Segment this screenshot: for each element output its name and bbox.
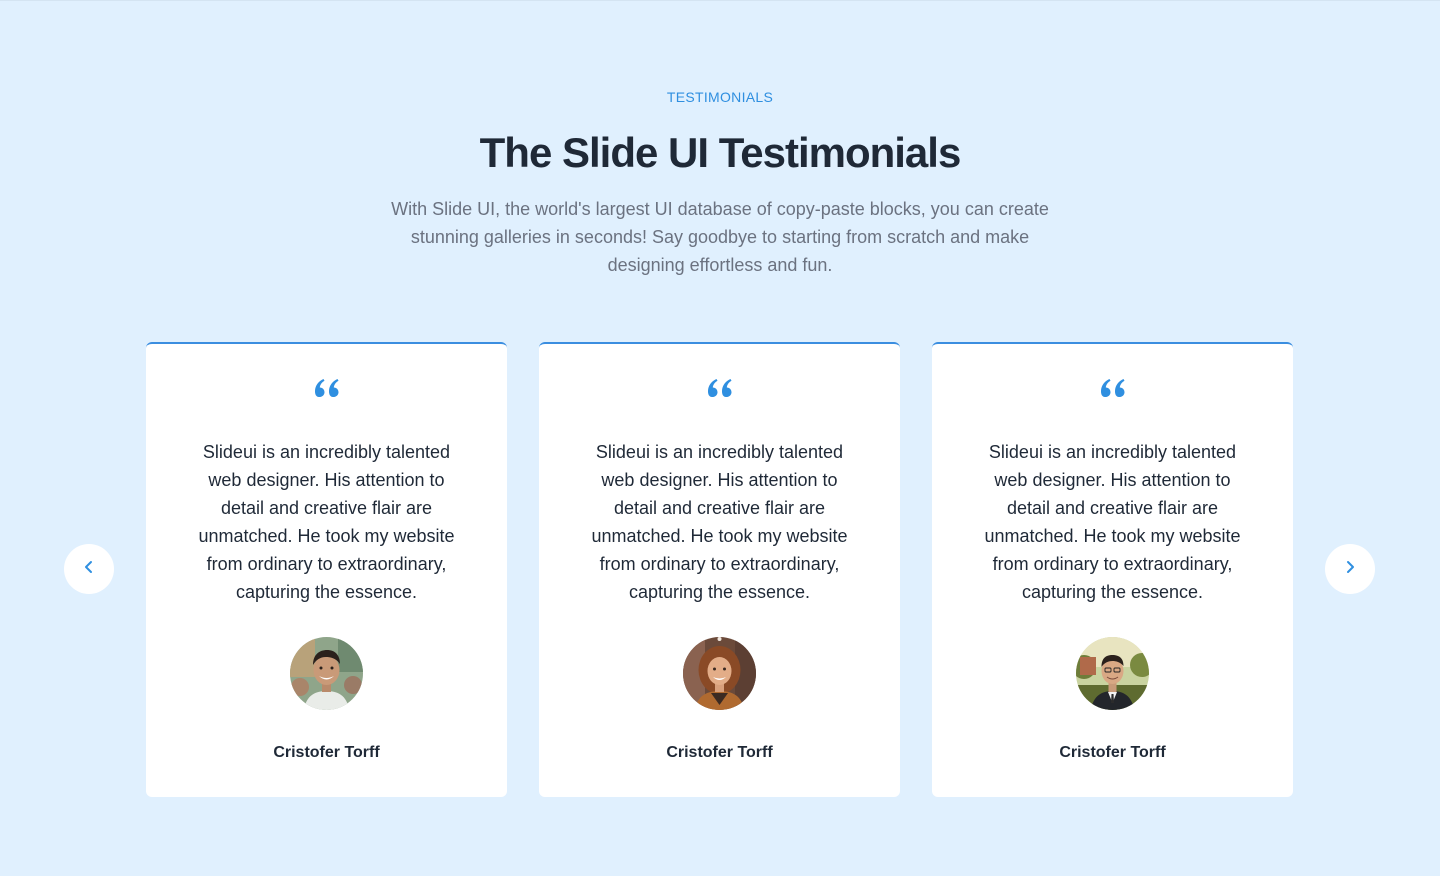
quote-icon xyxy=(932,378,1293,398)
chevron-right-icon xyxy=(1342,559,1358,580)
testimonial-text: Slideui is an incredibly talented web de… xyxy=(591,442,848,602)
author-name: Cristofer Torff xyxy=(273,744,380,761)
testimonial-card: Slideui is an incredibly talented web de… xyxy=(539,342,900,797)
testimonial-card: Slideui is an incredibly talented web de… xyxy=(146,342,507,797)
author-name: Cristofer Torff xyxy=(666,744,773,761)
prev-slide-button[interactable] xyxy=(64,544,114,594)
section-eyebrow: TESTIMONIALS xyxy=(666,89,774,105)
avatar xyxy=(683,637,756,710)
next-slide-button[interactable] xyxy=(1325,544,1375,594)
testimonial-carousel: Slideui is an incredibly talented web de… xyxy=(146,342,1293,797)
chevron-left-icon xyxy=(81,559,97,580)
avatar xyxy=(1076,637,1149,710)
quote-icon xyxy=(539,378,900,398)
section-subtitle: With Slide UI, the world's largest UI da… xyxy=(391,199,1049,275)
author-name: Cristofer Torff xyxy=(1059,744,1166,761)
quote-icon xyxy=(146,378,507,398)
testimonials-section: TESTIMONIALS The Slide UI Testimonials W… xyxy=(0,0,1440,876)
testimonial-card: Slideui is an incredibly talented web de… xyxy=(932,342,1293,797)
section-title: The Slide UI Testimonials xyxy=(479,129,962,176)
avatar xyxy=(290,637,363,710)
testimonial-text: Slideui is an incredibly talented web de… xyxy=(984,442,1241,602)
testimonial-text: Slideui is an incredibly talented web de… xyxy=(198,442,455,602)
